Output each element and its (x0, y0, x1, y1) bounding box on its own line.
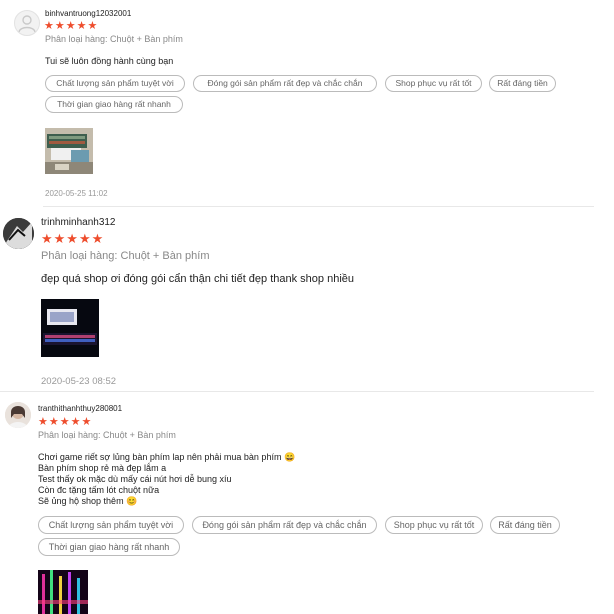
review-item: binhvantruong12032001 ★★★★★ Phân loại hà… (0, 0, 614, 205)
avatar[interactable] (3, 218, 34, 249)
review-tag: Thời gian giao hàng rất nhanh (45, 96, 183, 113)
review-username[interactable]: binhvantruong12032001 (45, 9, 131, 18)
review-tag: Chất lượng sản phẩm tuyệt vời (38, 516, 184, 534)
review-photo[interactable] (41, 299, 99, 357)
star-rating: ★★★★★ (38, 416, 93, 428)
review-item: trinhminhanh312 ★★★★★ Phân loại hàng: Ch… (0, 207, 614, 390)
review-tag: Rất đáng tiền (490, 516, 560, 534)
review-item: tranthithanhthuy280801 ★★★★★ Phân loại h… (0, 392, 614, 614)
review-photo[interactable] (45, 128, 93, 174)
person-outline-icon (18, 15, 36, 33)
review-comment-line: Chơi game riết sợ lủng bàn phím lap nên … (38, 452, 296, 462)
review-photo[interactable] (38, 570, 88, 614)
avatar-photo (3, 218, 34, 249)
review-comment-line: Test thấy ok mặc dù mấy cái nút hơi dễ b… (38, 474, 232, 484)
review-comment: Tui sẽ luôn đồng hành cùng bạn (45, 56, 174, 66)
product-variant: Phân loại hàng: Chuột + Bàn phím (45, 34, 183, 44)
avatar[interactable] (5, 402, 31, 428)
keyboard-photo (41, 299, 99, 357)
avatar-photo (5, 402, 31, 428)
review-comment: đẹp quá shop ơi đóng gói cẩn thận chi ti… (41, 273, 355, 285)
review-comment-line: Còn đc tặng tấm lót chuột nữa (38, 485, 160, 495)
review-tag: Thời gian giao hàng rất nhanh (38, 538, 180, 556)
review-username[interactable]: tranthithanhthuy280801 (38, 404, 122, 413)
keyboard-photo (45, 128, 93, 174)
review-tag: Shop phục vụ rất tốt (385, 75, 482, 92)
avatar[interactable] (14, 10, 40, 36)
keyboard-photo (38, 570, 88, 614)
review-tag: Đóng gói sản phẩm rất đẹp và chắc chắn (193, 75, 377, 92)
product-variant: Phân loại hàng: Chuột + Bàn phím (41, 250, 210, 262)
star-rating: ★★★★★ (41, 231, 105, 246)
star-rating: ★★★★★ (44, 20, 99, 32)
review-timestamp: 2020-05-25 11:02 (45, 189, 108, 198)
review-tag: Chất lượng sản phẩm tuyệt vời (45, 75, 185, 92)
product-variant: Phân loại hàng: Chuột + Bàn phím (38, 430, 176, 440)
review-tag: Shop phục vụ rất tốt (385, 516, 483, 534)
review-username[interactable]: trinhminhanh312 (41, 217, 116, 228)
review-comment-line: Sẽ ủng hộ shop thêm 😊 (38, 496, 138, 506)
review-tag: Đóng gói sản phẩm rất đẹp và chắc chắn (192, 516, 377, 534)
review-timestamp: 2020-05-23 08:52 (41, 376, 117, 387)
review-tag: Rất đáng tiền (489, 75, 556, 92)
review-comment-line: Bàn phím shop rẻ mà đẹp lắm a (38, 463, 167, 473)
